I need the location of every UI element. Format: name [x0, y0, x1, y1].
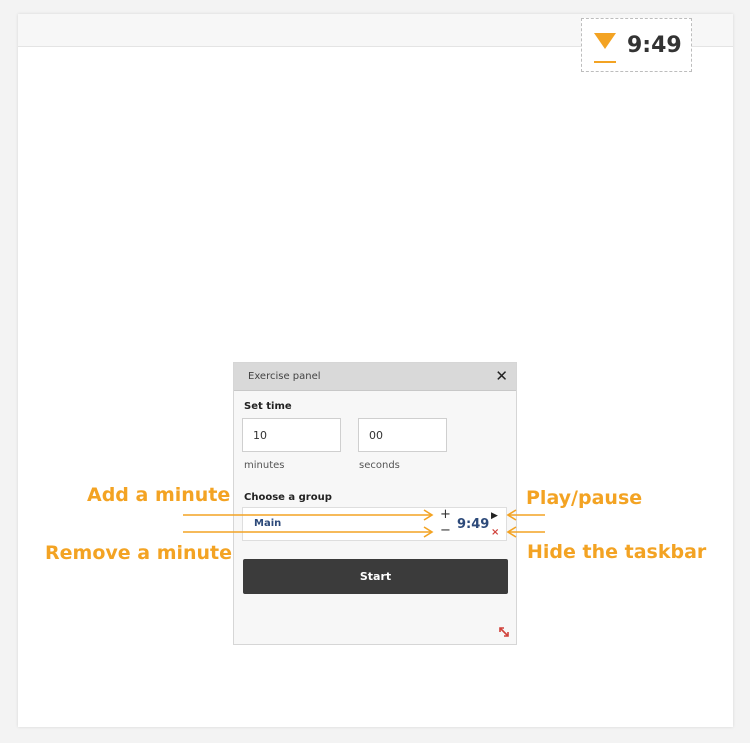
seconds-input[interactable] — [358, 418, 447, 452]
play-pause-button[interactable]: ▶ — [491, 511, 498, 521]
panel-header[interactable]: Exercise panel ✕ — [234, 363, 516, 391]
group-time: 9:49 — [457, 517, 490, 532]
choose-group-label: Choose a group — [244, 492, 332, 503]
start-button[interactable]: Start — [243, 559, 508, 594]
triangle-underline — [594, 61, 616, 63]
annotation-hide-taskbar: Hide the taskbar — [527, 541, 707, 563]
add-minute-button[interactable]: + — [440, 508, 451, 522]
annotation-remove-minute: Remove a minute — [45, 542, 233, 564]
resize-icon[interactable] — [498, 626, 510, 638]
annotation-add-minute: Add a minute — [87, 484, 231, 506]
remove-minute-button[interactable]: − — [440, 524, 451, 538]
floating-timer-widget[interactable]: 9:49 — [581, 18, 692, 72]
set-time-label: Set time — [244, 401, 292, 412]
annotation-play-pause: Play/pause — [526, 487, 643, 509]
collapse-triangle-icon[interactable] — [594, 33, 616, 49]
exercise-panel: Exercise panel ✕ Set time minutes second… — [233, 362, 517, 645]
minutes-input[interactable] — [242, 418, 341, 452]
hide-taskbar-button[interactable]: × — [491, 527, 499, 538]
minutes-label: minutes — [244, 460, 285, 471]
seconds-label: seconds — [359, 460, 400, 471]
close-icon[interactable]: ✕ — [495, 367, 508, 385]
group-row[interactable]: Main + − 9:49 ▶ × — [242, 507, 507, 541]
group-name: Main — [254, 518, 282, 529]
panel-title: Exercise panel — [248, 371, 321, 382]
floating-timer-time: 9:49 — [627, 33, 682, 58]
